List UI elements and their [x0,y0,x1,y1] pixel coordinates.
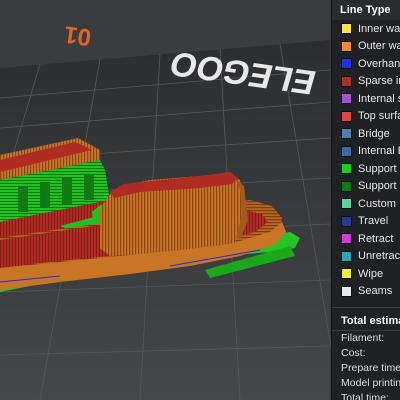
legend-item-label: Top surfa [358,110,400,123]
legend-item[interactable]: Inner wal [332,20,400,38]
legend-item[interactable]: Support [332,160,400,178]
color-swatch-icon [341,198,352,210]
legend-item[interactable]: Retract [332,230,400,248]
color-swatch-icon [341,268,352,280]
color-swatch-icon [341,23,352,35]
color-swatch-icon [341,93,352,105]
legend-item[interactable]: Support i [332,178,400,196]
color-swatch-icon [341,40,352,52]
color-swatch-icon [341,215,352,227]
legend-items: Inner wal Outer wal Overhang Sparse in Inter… [332,20,400,300]
legend-item-label: Inner wal [358,22,400,35]
estimate-row-label: Prepare time [341,362,400,374]
legend-item-label: Seams [358,285,393,298]
legend-title: Line Type [332,0,400,20]
legend-item[interactable]: Travel [332,213,400,231]
legend-item-label: Retract [358,232,394,245]
legend-item-label: Bridge [358,127,390,140]
legend-item[interactable]: Custom [332,195,400,213]
legend-item[interactable]: Outer wal [332,38,400,56]
legend-item-label: Internal B [358,145,400,158]
legend-item-label: Travel [358,215,389,228]
color-swatch-icon [341,75,352,87]
estimate-row-label: Cost: [341,347,366,359]
plate-number: 01 [63,20,93,50]
legend-item[interactable]: Sparse in [332,73,400,91]
legend-item-label: Unretract [358,250,400,263]
color-swatch-icon [341,250,352,262]
color-swatch-icon [341,128,352,140]
color-swatch-icon [341,110,352,122]
legend-panel: Line Type Inner wal Outer wal Overhang Spar… [331,0,400,400]
legend-item-label: Overhang [358,57,400,70]
color-swatch-icon [341,180,352,192]
legend-item-label: Support i [358,180,400,193]
legend-item-label: Support [358,162,397,175]
legend-item-label: Wipe [358,267,384,280]
legend-item[interactable]: Overhang [332,55,400,73]
legend-item[interactable]: Top surfa [332,108,400,126]
estimate-row-label: Filament: [341,332,385,344]
estimate-row-label: Total time: [341,392,389,400]
estimate-row-label: Model printin [341,377,400,389]
legend-item[interactable]: Bridge [332,125,400,143]
legend-item[interactable]: Internal B [332,143,400,161]
color-swatch-icon [341,58,352,70]
legend-item[interactable]: Wipe [332,265,400,283]
estimate-title: Total estima [332,312,400,331]
legend-item-label: Internal s [358,92,400,105]
estimate-rows: Filament: Cost: Prepare time Model printin T… [332,331,400,400]
estimate-section: Total estima Filament: Cost: Prepare time M… [332,307,400,400]
legend-item[interactable]: Unretract [332,248,400,266]
legend-item[interactable]: Seams [332,283,400,301]
color-swatch-icon [341,163,352,175]
color-swatch-icon [341,233,352,245]
legend-item-label: Custom [358,197,396,210]
legend-item-label: Outer wal [358,40,400,53]
color-swatch-icon [341,145,352,157]
color-swatch-icon [341,285,352,297]
legend-item[interactable]: Internal s [332,90,400,108]
legend-item-label: Sparse in [358,75,400,88]
